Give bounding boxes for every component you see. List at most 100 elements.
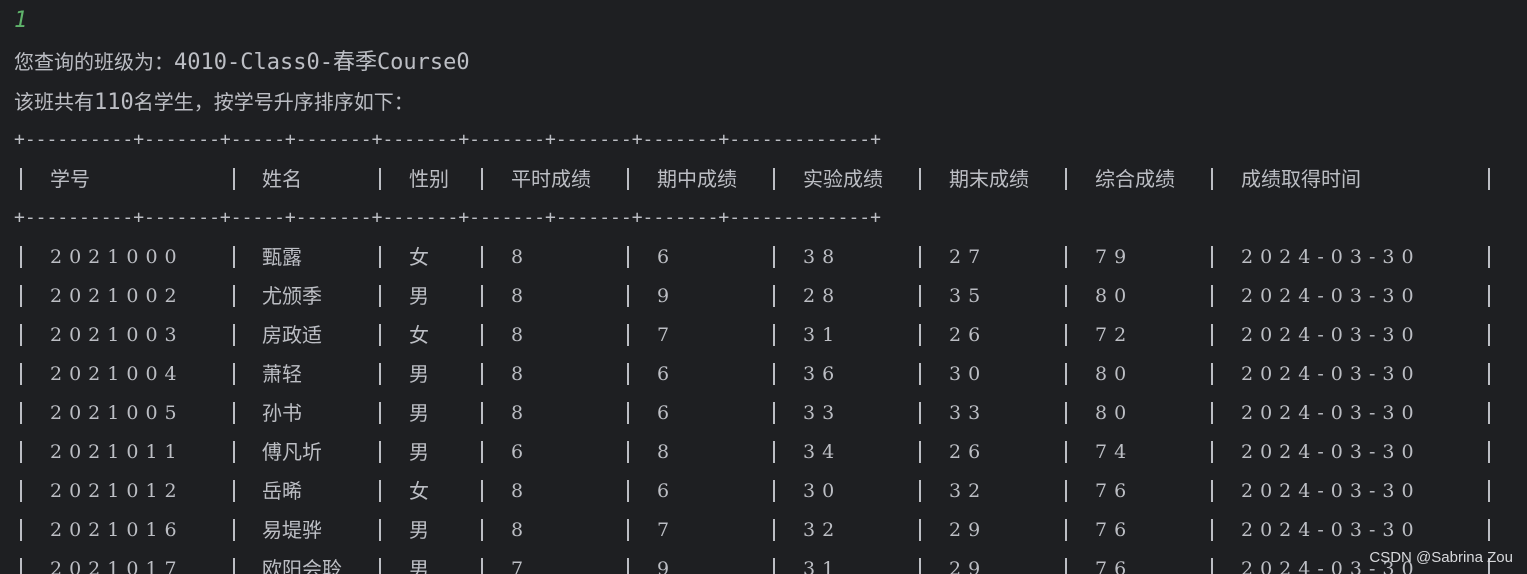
cell-lab-score: 30	[803, 480, 842, 502]
cell-lab-score: 32	[803, 519, 842, 541]
table-pipe	[1211, 402, 1213, 424]
table-pipe	[481, 246, 483, 268]
table-row: 2021003 房政适 女 8 7 31 26 72 2024-03-30	[0, 316, 1527, 355]
cell-gender: 女	[409, 245, 429, 269]
table-pipe	[627, 168, 629, 190]
cell-midterm-score: 6	[657, 402, 677, 424]
table-pipe	[773, 441, 775, 463]
cell-final-score: 30	[949, 363, 988, 385]
table-pipe	[627, 246, 629, 268]
cell-final-score: 26	[949, 441, 988, 463]
cell-name: 傅凡圻	[262, 440, 322, 464]
cell-midterm-score: 9	[657, 285, 677, 307]
table-pipe	[233, 402, 235, 424]
cell-score-date: 2024-03-30	[1241, 285, 1421, 307]
table-pipe	[1488, 168, 1490, 190]
table-pipe	[1065, 480, 1067, 502]
table-pipe	[20, 285, 22, 307]
cell-name: 尤颁季	[262, 284, 322, 308]
table-pipe	[1065, 285, 1067, 307]
table-pipe	[773, 363, 775, 385]
table-pipe	[20, 558, 22, 574]
cell-score-date: 2024-03-30	[1241, 363, 1421, 385]
cell-regular-score: 8	[511, 363, 531, 385]
cell-midterm-score: 6	[657, 363, 677, 385]
count-line: 该班共有110名学生，按学号升序排序如下：	[14, 88, 414, 117]
table-pipe	[379, 246, 381, 268]
table-pipe	[627, 285, 629, 307]
input-echo: 1	[14, 8, 28, 33]
cell-final-score: 29	[949, 519, 988, 541]
table-pipe	[1488, 324, 1490, 346]
cell-name: 萧轻	[262, 362, 302, 386]
table-pipe	[773, 168, 775, 190]
watermark: CSDN @Sabrina Zou	[1369, 549, 1513, 566]
table-pipe	[233, 324, 235, 346]
table-pipe	[20, 402, 22, 424]
header-total-score: 综合成绩	[1095, 167, 1175, 191]
table-pipe	[773, 246, 775, 268]
header-score-date: 成绩取得时间	[1241, 167, 1361, 191]
cell-midterm-score: 9	[657, 558, 677, 574]
cell-score-date: 2024-03-30	[1241, 246, 1421, 268]
table-pipe	[481, 363, 483, 385]
console-output: 1 您查询的班级为：4010-Class0-春季Course0 该班共有110名…	[0, 0, 1527, 574]
cell-gender: 男	[409, 440, 429, 464]
table-pipe	[481, 519, 483, 541]
cell-final-score: 32	[949, 480, 988, 502]
cell-final-score: 35	[949, 285, 988, 307]
table-pipe	[233, 441, 235, 463]
cell-midterm-score: 6	[657, 246, 677, 268]
table-pipe	[627, 324, 629, 346]
table-pipe	[233, 168, 235, 190]
table-pipe	[1211, 246, 1213, 268]
table-pipe	[627, 363, 629, 385]
table-row: 2021012 岳晞 女 8 6 30 32 76 2024-03-30	[0, 472, 1527, 511]
cell-name: 欧阳会聆	[262, 557, 342, 574]
table-pipe	[481, 480, 483, 502]
table-pipe	[379, 441, 381, 463]
table-header-row: 学号 姓名 性别 平时成绩 期中成绩 实验成绩 期末成绩 综合成绩 成绩取得时间	[0, 160, 1527, 199]
table-pipe	[1065, 324, 1067, 346]
cell-total-score: 72	[1095, 324, 1134, 346]
table-border-header: +----------+-------+-----+-------+------…	[14, 207, 881, 228]
student-count: 110	[94, 90, 134, 115]
table-pipe	[379, 285, 381, 307]
table-pipe	[1211, 558, 1213, 574]
header-name: 姓名	[262, 167, 302, 191]
table-pipe	[1065, 441, 1067, 463]
table-pipe	[627, 441, 629, 463]
table-pipe	[1488, 480, 1490, 502]
cell-gender: 女	[409, 323, 429, 347]
table-pipe	[773, 402, 775, 424]
table-row: 2021002 尤颁季 男 8 9 28 35 80 2024-03-30	[0, 277, 1527, 316]
cell-total-score: 80	[1095, 363, 1134, 385]
table-pipe	[773, 285, 775, 307]
table-pipe	[481, 441, 483, 463]
table-pipe	[1065, 402, 1067, 424]
table-pipe	[919, 402, 921, 424]
table-pipe	[1065, 168, 1067, 190]
header-regular-score: 平时成绩	[511, 167, 591, 191]
table-pipe	[20, 168, 22, 190]
table-pipe	[481, 558, 483, 574]
cell-total-score: 76	[1095, 519, 1134, 541]
cell-regular-score: 8	[511, 324, 531, 346]
cell-student-id: 2021016	[50, 519, 184, 541]
cell-score-date: 2024-03-30	[1241, 441, 1421, 463]
cell-total-score: 76	[1095, 558, 1134, 574]
class-line: 您查询的班级为：4010-Class0-春季Course0	[14, 48, 470, 77]
table-pipe	[379, 519, 381, 541]
table-pipe	[919, 168, 921, 190]
cell-total-score: 80	[1095, 402, 1134, 424]
table-pipe	[1211, 168, 1213, 190]
table-pipe	[379, 480, 381, 502]
class-name: 4010-Class0-春季Course0	[174, 50, 470, 75]
table-pipe	[1065, 519, 1067, 541]
class-line-prefix: 您查询的班级为：	[14, 50, 174, 74]
cell-name: 房政适	[262, 323, 322, 347]
cell-lab-score: 31	[803, 324, 842, 346]
cell-gender: 男	[409, 518, 429, 542]
table-row: 2021005 孙书 男 8 6 33 33 80 2024-03-30	[0, 394, 1527, 433]
cell-gender: 男	[409, 401, 429, 425]
